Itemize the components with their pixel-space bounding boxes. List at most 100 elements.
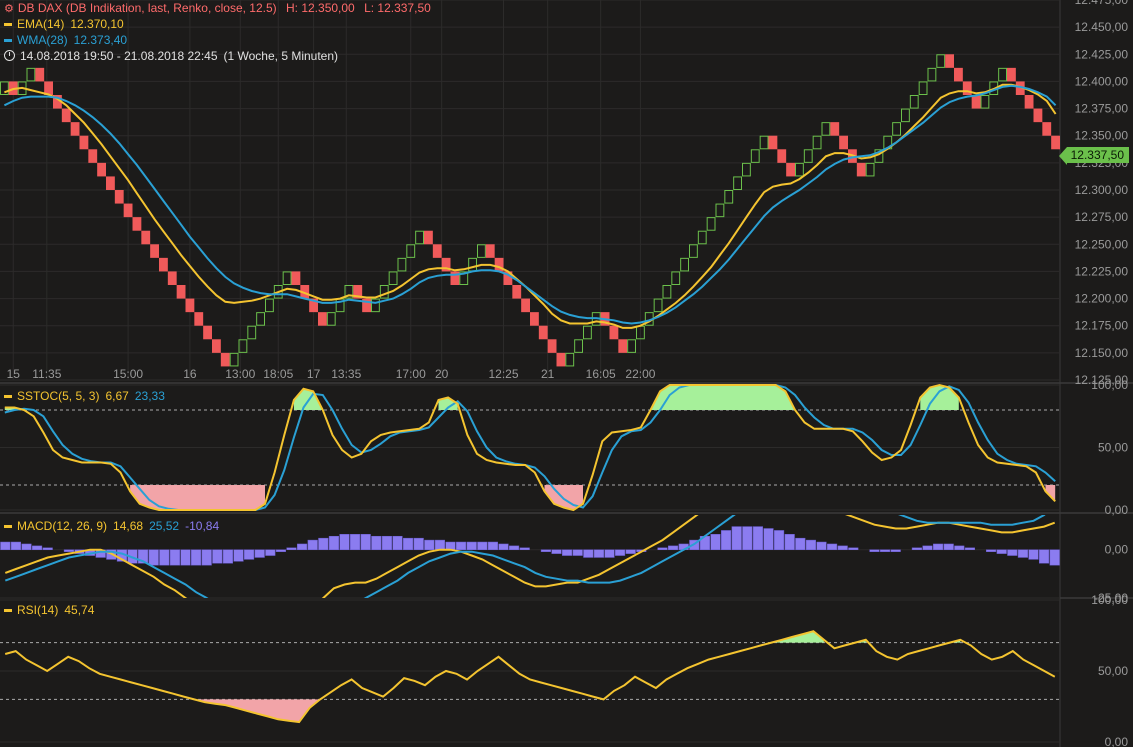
renko-brick-down: [292, 271, 301, 285]
macd-hist-bar: [955, 546, 965, 550]
renko-brick-down: [221, 353, 230, 367]
settings-icon[interactable]: ⚙: [4, 3, 14, 15]
renko-brick-up: [372, 299, 380, 312]
macd-hist-bar: [191, 550, 201, 565]
period-label: 14.08.2018 19:50 - 21.08.2018 22:45: [20, 49, 218, 63]
renko-brick-down: [557, 353, 566, 367]
macd-hist-bar: [827, 544, 837, 550]
ema-swatch: [4, 23, 12, 26]
renko-brick-down: [954, 68, 963, 82]
y-tick-label-0: 12.400,00: [1075, 74, 1129, 88]
renko-brick-down: [124, 204, 133, 218]
y-tick-label-0: 12.200,00: [1075, 292, 1129, 306]
renko-brick-up: [937, 55, 945, 68]
macd-hist-bar: [170, 550, 180, 565]
renko-brick-up: [628, 340, 636, 353]
macd-hist-bar: [276, 550, 286, 552]
macd-signal-value: 25,52: [149, 519, 179, 533]
renko-brick-down: [203, 326, 212, 340]
y-tick-label-0: 12.275,00: [1075, 210, 1129, 224]
macd-hist-bar: [880, 550, 890, 552]
macd-hist-bar: [425, 540, 435, 550]
renko-brick-up: [257, 313, 265, 326]
renko-brick-up: [725, 191, 733, 204]
macd-hist-bar: [764, 529, 774, 550]
renko-brick-up: [672, 272, 680, 285]
macd-hist-bar: [488, 542, 498, 550]
macd-hist-bar: [944, 544, 954, 550]
renko-brick-down: [433, 244, 442, 258]
wma-label: WMA(28): [17, 33, 68, 47]
renko-brick-up: [248, 326, 256, 339]
macd-hist-bar: [520, 548, 530, 550]
x-tick-label: 17: [307, 367, 321, 381]
main-legend-title: ⚙ DB DAX (DB Indikation, last, Renko, clo…: [4, 0, 431, 17]
macd-hist-bar: [308, 540, 318, 550]
rsi-label: RSI(14): [17, 603, 58, 617]
renko-brick-down: [115, 190, 124, 204]
renko-brick-up: [681, 258, 689, 271]
macd-hist-bar: [1008, 550, 1018, 556]
macd-hist-bar: [244, 550, 254, 560]
macd-hist-bar: [213, 550, 223, 564]
rsi-legend[interactable]: RSI(14)45,74: [4, 602, 94, 618]
macd-hist-bar: [997, 550, 1007, 554]
sstoc-d-value: 23,33: [135, 389, 165, 403]
macd-hist-bar: [965, 548, 975, 550]
sstoc-k-value: 6,67: [105, 389, 128, 403]
rsi-swatch: [4, 609, 12, 612]
renko-brick-up: [663, 286, 671, 299]
renko-brick-down: [610, 326, 619, 340]
chart-canvas[interactable]: 12.125,0012.150,0012.175,0012.200,0012.2…: [0, 0, 1133, 747]
renko-brick-down: [830, 122, 839, 136]
macd-hist-bar: [668, 546, 678, 550]
renko-brick-up: [584, 326, 592, 339]
renko-brick-up: [707, 218, 715, 231]
macd-hist-bar: [382, 536, 392, 550]
main-title: DB DAX (DB Indikation, last, Renko, clos…: [18, 1, 277, 15]
renko-brick-down: [769, 136, 778, 150]
renko-brick-up: [566, 353, 574, 366]
macd-hist-bar: [43, 548, 53, 550]
macd-hist-bar: [615, 550, 625, 556]
renko-brick-down: [945, 54, 954, 68]
macd-hist-bar: [22, 544, 32, 550]
macd-hist-bar: [923, 546, 933, 550]
x-tick-label: 16:05: [586, 367, 616, 381]
renko-brick-down: [618, 339, 627, 353]
period-legend: 14.08.2018 19:50 - 21.08.2018 22:45 (1 Wo…: [4, 48, 338, 64]
current-price-badge: 12.337,50: [1067, 147, 1129, 163]
clock-icon: [4, 50, 15, 61]
ema-legend[interactable]: EMA(14)12.370,10: [4, 16, 124, 32]
renko-brick-down: [857, 163, 866, 177]
wma-legend[interactable]: WMA(28)12.373,40: [4, 32, 127, 48]
renko-brick-down: [486, 244, 495, 258]
macd-hist-bar: [1029, 550, 1039, 560]
wma-swatch: [4, 39, 12, 42]
y-tick-label-0: 12.450,00: [1075, 20, 1129, 34]
renko-brick-up: [690, 245, 698, 258]
macd-hist-bar: [467, 542, 477, 550]
y-tick-label-0: 12.350,00: [1075, 129, 1129, 143]
macd-legend[interactable]: MACD(12, 26, 9)14,6825,52-10,84: [4, 518, 219, 534]
renko-brick-up: [698, 231, 706, 244]
period-sub: (1 Woche, 5 Minuten): [224, 49, 339, 63]
macd-hist-bar: [287, 548, 297, 550]
renko-brick-down: [97, 163, 106, 177]
macd-hist-bar: [509, 546, 519, 550]
wma-line: [4, 86, 1055, 324]
renko-brick-up: [734, 177, 742, 190]
macd-hist-bar: [849, 548, 859, 550]
renko-brick-up: [928, 68, 936, 81]
x-tick-label: 17:00: [396, 367, 426, 381]
y-tick-label-3: 0,00: [1105, 735, 1129, 747]
macd-hist-bar: [64, 550, 74, 552]
y-tick-label-3: 100,00: [1091, 593, 1128, 607]
macd-hist-bar: [435, 540, 445, 550]
renko-brick-up: [27, 68, 35, 81]
y-tick-label-0: 12.475,00: [1075, 0, 1129, 7]
renko-brick-up: [813, 136, 821, 149]
sstoc-legend[interactable]: SSTOC(5, 5, 3)6,6723,33: [4, 388, 165, 404]
renko-brick-up: [743, 163, 751, 176]
macd-hist-bar: [743, 527, 753, 550]
